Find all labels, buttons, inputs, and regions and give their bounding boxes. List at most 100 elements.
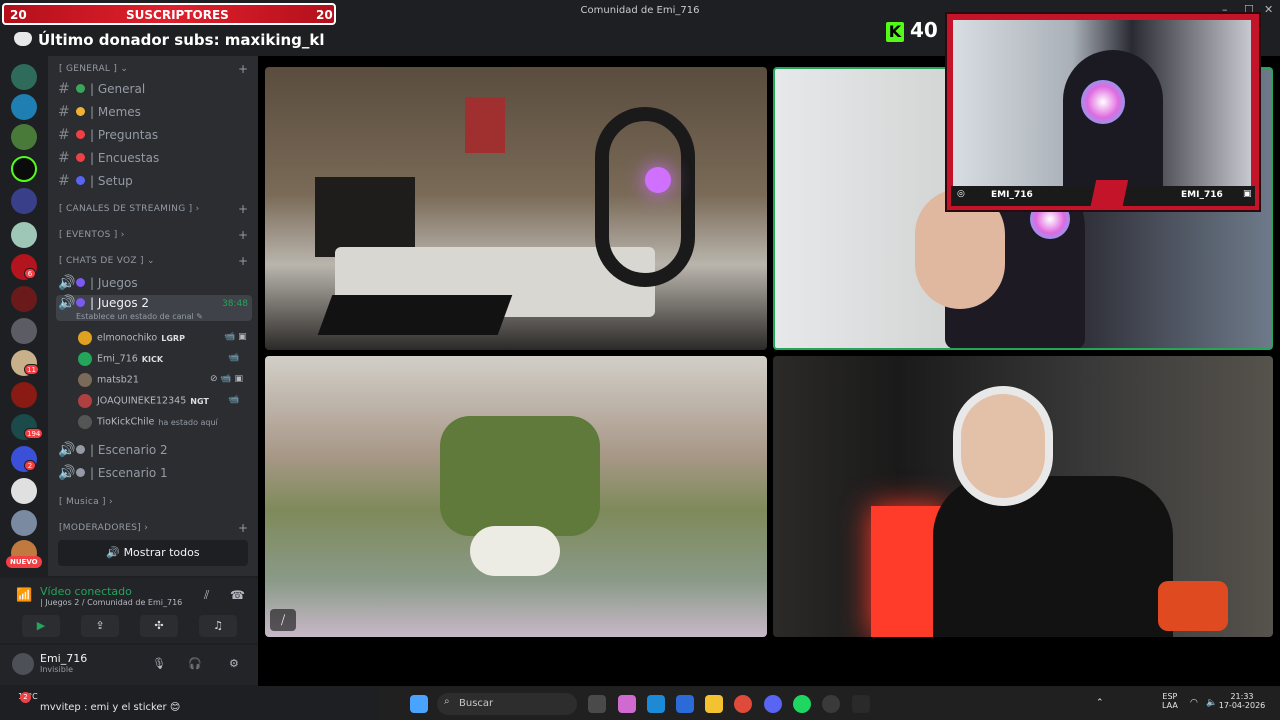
category-eventos[interactable]: [ EVENTOS ] › xyxy=(59,230,125,240)
channel-memes[interactable]: # | Memes xyxy=(58,104,141,120)
activity-button[interactable]: ✣ xyxy=(140,615,178,637)
taskbar-search[interactable]: Buscar xyxy=(437,693,577,715)
channel-preguntas[interactable]: # | Preguntas xyxy=(58,127,158,143)
member-tag: KICK xyxy=(141,354,164,364)
server-icon[interactable] xyxy=(11,124,37,150)
add-channel-button[interactable]: + xyxy=(238,254,248,268)
purple-light xyxy=(645,167,671,193)
chrome-icon[interactable] xyxy=(734,695,752,713)
video-tile-boy[interactable] xyxy=(773,356,1273,637)
voice-channel-juegos-2[interactable]: 🔊 | Juegos 2 38:48 Establece un estado de… xyxy=(56,295,252,321)
kick-viewer-counter: K 40 xyxy=(886,18,938,42)
voice-channel-escenario-1[interactable]: 🔊 | Escenario 1 xyxy=(58,465,168,481)
bed-headboard xyxy=(315,177,415,257)
show-all-button[interactable]: 🔊 Mostrar todos xyxy=(58,540,248,566)
voice-channel-link[interactable]: | Juegos 2 / Comunidad de Emi_716 xyxy=(40,598,182,607)
spotify-icon[interactable] xyxy=(793,695,811,713)
headset-icon[interactable]: 🎧 xyxy=(188,657,202,670)
server-icon[interactable] xyxy=(11,156,37,182)
voice-member[interactable]: matsb21 ⊘ 📹 ▣ xyxy=(78,373,243,387)
camera-button[interactable]: ▶ xyxy=(22,615,60,637)
noise-suppression-icon[interactable]: ⫽ xyxy=(204,588,209,603)
avatar xyxy=(78,352,92,366)
category-general[interactable]: [ GENERAL ] ⌄ xyxy=(59,64,128,74)
voice-member[interactable]: TioKickChile ha estado aquí xyxy=(78,415,218,429)
screen-share-button[interactable]: ⇪ xyxy=(81,615,119,637)
user-panel: Emi_716 Invisible 🎙 🎧 ⚙ xyxy=(0,645,258,685)
hash-icon: # xyxy=(58,81,70,97)
channel-label: | Juegos 2 xyxy=(90,296,150,310)
settings-icon[interactable]: ⚙ xyxy=(229,657,239,670)
discord-icon[interactable] xyxy=(764,695,782,713)
notification-badge: 2 xyxy=(20,692,31,703)
kick-logo-icon: K xyxy=(886,22,904,42)
kick-chat-icon: ▣ xyxy=(1243,189,1252,199)
copilot-icon[interactable] xyxy=(618,695,636,713)
server-icon[interactable] xyxy=(11,222,37,248)
video-tile-bedroom[interactable] xyxy=(265,67,767,350)
wifi-icon[interactable]: ◠ xyxy=(1190,698,1198,708)
voice-member[interactable]: JOAQUINEKE12345 NGT 📹 xyxy=(78,394,239,408)
add-channel-button[interactable]: + xyxy=(238,62,248,76)
server-icon[interactable] xyxy=(11,64,37,90)
tray-chevron-icon[interactable]: ⌃ xyxy=(1096,698,1104,708)
speaker-icon: 🔊 xyxy=(58,275,76,291)
video-icon: ⊘ 📹 ▣ xyxy=(210,374,243,384)
soundboard-button[interactable]: ♫ xyxy=(199,615,237,637)
server-icon[interactable] xyxy=(11,286,37,312)
channel-label: | Memes xyxy=(90,105,141,119)
clock[interactable]: 21:33 17-04-2026 xyxy=(1214,692,1270,710)
server-icon[interactable] xyxy=(11,478,37,504)
stage-icon xyxy=(76,445,85,454)
server-icon[interactable] xyxy=(11,510,37,536)
disconnect-icon[interactable]: ☎ xyxy=(230,588,245,602)
epic-games-icon[interactable] xyxy=(852,695,870,713)
muted-icon[interactable]: ⧸ xyxy=(270,609,296,631)
add-channel-button[interactable]: + xyxy=(238,228,248,242)
microphone-icon[interactable]: 🎙 xyxy=(152,657,166,670)
obs-icon[interactable] xyxy=(822,695,840,713)
voice-member[interactable]: Emi_716 KICK 📹 xyxy=(78,352,239,366)
channel-label: | General xyxy=(90,82,146,96)
avatar xyxy=(78,394,92,408)
channel-general[interactable]: # | General xyxy=(58,81,145,97)
voice-timer: 38:48 xyxy=(222,299,248,309)
voice-channel-escenario-2[interactable]: 🔊 | Escenario 2 xyxy=(58,442,168,458)
category-streaming[interactable]: [ CANALES DE STREAMING ] › xyxy=(59,204,200,214)
file-explorer-icon[interactable] xyxy=(705,695,723,713)
close-button[interactable]: ✕ xyxy=(1264,3,1273,16)
voice-status[interactable]: Vídeo conectado xyxy=(40,585,132,598)
server-icon[interactable] xyxy=(11,188,37,214)
plush-toy xyxy=(470,526,560,576)
sub-count-right: 20 xyxy=(316,8,333,22)
category-voz[interactable]: [ CHATS DE VOZ ] ⌄ xyxy=(59,256,155,266)
channel-status-prompt[interactable]: Establece un estado de canal ✎ xyxy=(76,312,203,321)
channel-label: | Juegos xyxy=(90,276,138,290)
server-icon[interactable] xyxy=(11,94,37,120)
edge-icon[interactable] xyxy=(647,695,665,713)
sub-label: SUSCRIPTORES xyxy=(126,8,229,22)
server-icon[interactable] xyxy=(11,382,37,408)
voice-channel-juegos[interactable]: 🔊 | Juegos xyxy=(58,275,138,291)
add-channel-button[interactable]: + xyxy=(238,521,248,535)
language-indicator[interactable]: ESP LAA xyxy=(1162,692,1178,710)
user-status: Invisible xyxy=(40,665,73,674)
username[interactable]: Emi_716 xyxy=(40,652,87,665)
add-channel-button[interactable]: + xyxy=(238,202,248,216)
category-musica[interactable]: [ Musica ] › xyxy=(59,497,113,507)
signal-icon[interactable]: 📶 xyxy=(16,588,32,603)
gamepad-icon xyxy=(76,298,85,307)
face xyxy=(953,386,1053,506)
video-tile-floor[interactable] xyxy=(265,356,767,637)
channel-encuestas[interactable]: # | Encuestas xyxy=(58,150,159,166)
voice-member[interactable]: elmonochiko LGRP 📹 ▣ xyxy=(78,331,247,345)
windows-start-icon[interactable] xyxy=(410,695,428,713)
task-view-icon[interactable] xyxy=(588,695,606,713)
avatar[interactable] xyxy=(12,653,34,675)
server-icon[interactable] xyxy=(11,318,37,344)
store-icon[interactable] xyxy=(676,695,694,713)
monitor-icon xyxy=(76,176,85,185)
channel-setup[interactable]: # | Setup xyxy=(58,173,133,189)
video-icon: 📹 xyxy=(228,353,240,363)
category-moderadores[interactable]: [MODERADORES] › xyxy=(59,523,148,533)
